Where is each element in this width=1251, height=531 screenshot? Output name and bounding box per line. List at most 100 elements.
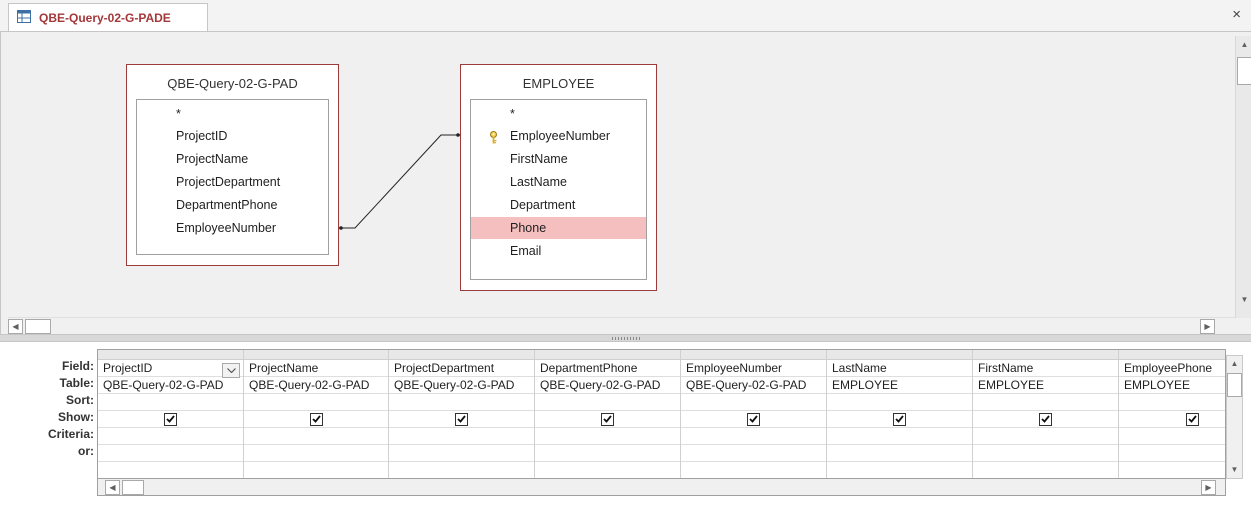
show-checkbox[interactable] bbox=[1039, 412, 1052, 426]
grid-column[interactable]: ProjectID QBE-Query-02-G-PAD bbox=[98, 350, 244, 478]
criteria-cell[interactable] bbox=[827, 428, 972, 445]
scroll-right-icon[interactable]: ▶ bbox=[1201, 480, 1216, 495]
column-selector[interactable] bbox=[827, 350, 972, 360]
scroll-up-icon[interactable]: ▲ bbox=[1227, 356, 1242, 371]
sort-cell[interactable] bbox=[244, 394, 388, 411]
field-item-all[interactable]: * bbox=[137, 103, 328, 125]
field-cell[interactable]: LastName bbox=[827, 360, 972, 377]
column-selector[interactable] bbox=[681, 350, 826, 360]
table-cell[interactable]: QBE-Query-02-G-PAD bbox=[535, 377, 680, 394]
scroll-up-icon[interactable]: ▲ bbox=[1237, 37, 1251, 52]
sort-cell[interactable] bbox=[535, 394, 680, 411]
field-cell[interactable]: FirstName bbox=[973, 360, 1118, 377]
query-design-grid[interactable]: ProjectID QBE-Query-02-G-PAD ProjectName… bbox=[97, 349, 1226, 479]
grid-column[interactable]: DepartmentPhone QBE-Query-02-G-PAD bbox=[535, 350, 681, 478]
scroll-thumb[interactable] bbox=[25, 319, 51, 334]
field-item-phone[interactable]: Phone bbox=[471, 217, 646, 239]
field-item-lastname[interactable]: LastName bbox=[471, 171, 646, 193]
column-selector[interactable] bbox=[98, 350, 243, 360]
grid-column[interactable]: FirstName EMPLOYEE bbox=[973, 350, 1119, 478]
or-cell[interactable] bbox=[681, 445, 826, 462]
or-cell[interactable] bbox=[535, 445, 680, 462]
column-selector[interactable] bbox=[973, 350, 1118, 360]
table-cell[interactable]: QBE-Query-02-G-PAD bbox=[389, 377, 534, 394]
scroll-right-icon[interactable]: ▶ bbox=[1200, 319, 1215, 334]
column-selector[interactable] bbox=[1119, 350, 1225, 360]
table-cell[interactable]: EMPLOYEE bbox=[1119, 377, 1225, 394]
field-cell[interactable]: EmployeeNumber bbox=[681, 360, 826, 377]
show-cell[interactable] bbox=[681, 411, 826, 428]
show-checkbox[interactable] bbox=[601, 412, 614, 426]
table-cell[interactable]: EMPLOYEE bbox=[827, 377, 972, 394]
criteria-cell[interactable] bbox=[535, 428, 680, 445]
show-cell[interactable] bbox=[973, 411, 1118, 428]
query-design-pane[interactable]: QBE-Query-02-G-PAD * ProjectID ProjectNa… bbox=[0, 32, 1251, 334]
sort-cell[interactable] bbox=[827, 394, 972, 411]
table-cell[interactable]: QBE-Query-02-G-PAD bbox=[681, 377, 826, 394]
criteria-cell[interactable] bbox=[1119, 428, 1225, 445]
show-checkbox[interactable] bbox=[455, 412, 468, 426]
field-cell[interactable]: ProjectDepartment bbox=[389, 360, 534, 377]
or-cell[interactable] bbox=[98, 445, 243, 462]
show-checkbox[interactable] bbox=[893, 412, 906, 426]
or-cell[interactable] bbox=[389, 445, 534, 462]
show-checkbox[interactable] bbox=[309, 412, 323, 426]
sort-cell[interactable] bbox=[1119, 394, 1225, 411]
criteria-cell[interactable] bbox=[973, 428, 1118, 445]
scroll-thumb[interactable] bbox=[1227, 373, 1242, 397]
field-cell[interactable]: EmployeePhone bbox=[1119, 360, 1225, 377]
close-icon[interactable]: × bbox=[1232, 7, 1241, 22]
field-item-projectid[interactable]: ProjectID bbox=[137, 125, 328, 147]
chevron-down-icon[interactable] bbox=[222, 363, 240, 378]
scroll-down-icon[interactable]: ▼ bbox=[1237, 292, 1251, 307]
show-cell[interactable] bbox=[535, 411, 680, 428]
show-cell[interactable] bbox=[244, 411, 388, 428]
sort-cell[interactable] bbox=[973, 394, 1118, 411]
field-item-all[interactable]: * bbox=[471, 103, 646, 125]
column-selector[interactable] bbox=[389, 350, 534, 360]
scroll-left-icon[interactable]: ◀ bbox=[8, 319, 23, 334]
field-item-employeenumber[interactable]: EmployeeNumber bbox=[471, 125, 646, 147]
sort-cell[interactable] bbox=[98, 394, 243, 411]
field-item-department[interactable]: Department bbox=[471, 194, 646, 216]
field-list-employee[interactable]: EMPLOYEE * EmployeeNumber FirstName Last… bbox=[460, 64, 657, 291]
show-cell[interactable] bbox=[98, 411, 243, 428]
field-item-email[interactable]: Email bbox=[471, 240, 646, 262]
column-selector[interactable] bbox=[244, 350, 388, 360]
field-item-projectname[interactable]: ProjectName bbox=[137, 148, 328, 170]
show-cell[interactable] bbox=[389, 411, 534, 428]
field-list-qbe-query[interactable]: QBE-Query-02-G-PAD * ProjectID ProjectNa… bbox=[126, 64, 339, 266]
grid-column[interactable]: LastName EMPLOYEE bbox=[827, 350, 973, 478]
field-item-projectdepartment[interactable]: ProjectDepartment bbox=[137, 171, 328, 193]
design-vertical-scrollbar[interactable]: ▲ ▼ bbox=[1235, 36, 1251, 318]
table-cell[interactable]: EMPLOYEE bbox=[973, 377, 1118, 394]
or-cell[interactable] bbox=[973, 445, 1118, 462]
grid-horizontal-scrollbar[interactable]: ◀ ▶ bbox=[97, 479, 1226, 496]
design-horizontal-scrollbar[interactable]: ◀ ▶ bbox=[8, 317, 1235, 334]
grid-column[interactable]: EmployeePhone EMPLOYEE bbox=[1119, 350, 1225, 478]
sort-cell[interactable] bbox=[389, 394, 534, 411]
field-cell[interactable]: ProjectName bbox=[244, 360, 388, 377]
field-item-departmentphone[interactable]: DepartmentPhone bbox=[137, 194, 328, 216]
criteria-cell[interactable] bbox=[98, 428, 243, 445]
field-cell[interactable]: DepartmentPhone bbox=[535, 360, 680, 377]
criteria-cell[interactable] bbox=[389, 428, 534, 445]
column-selector[interactable] bbox=[535, 350, 680, 360]
show-cell[interactable] bbox=[1119, 411, 1225, 428]
criteria-cell[interactable] bbox=[244, 428, 388, 445]
grid-vertical-scrollbar[interactable]: ▲ ▼ bbox=[1226, 355, 1243, 479]
field-item-employeenumber[interactable]: EmployeeNumber bbox=[137, 217, 328, 239]
scroll-thumb[interactable] bbox=[1237, 57, 1251, 85]
criteria-cell[interactable] bbox=[681, 428, 826, 445]
grid-column[interactable]: ProjectName QBE-Query-02-G-PAD bbox=[244, 350, 389, 478]
or-cell[interactable] bbox=[1119, 445, 1225, 462]
table-cell[interactable]: QBE-Query-02-G-PAD bbox=[98, 377, 243, 394]
field-item-firstname[interactable]: FirstName bbox=[471, 148, 646, 170]
document-tab[interactable]: QBE-Query-02-G-PADE bbox=[8, 3, 208, 31]
grid-column[interactable]: EmployeeNumber QBE-Query-02-G-PAD bbox=[681, 350, 827, 478]
or-cell[interactable] bbox=[827, 445, 972, 462]
scroll-down-icon[interactable]: ▼ bbox=[1227, 462, 1242, 477]
show-cell[interactable] bbox=[827, 411, 972, 428]
grid-column[interactable]: ProjectDepartment QBE-Query-02-G-PAD bbox=[389, 350, 535, 478]
scroll-thumb[interactable] bbox=[122, 480, 144, 495]
